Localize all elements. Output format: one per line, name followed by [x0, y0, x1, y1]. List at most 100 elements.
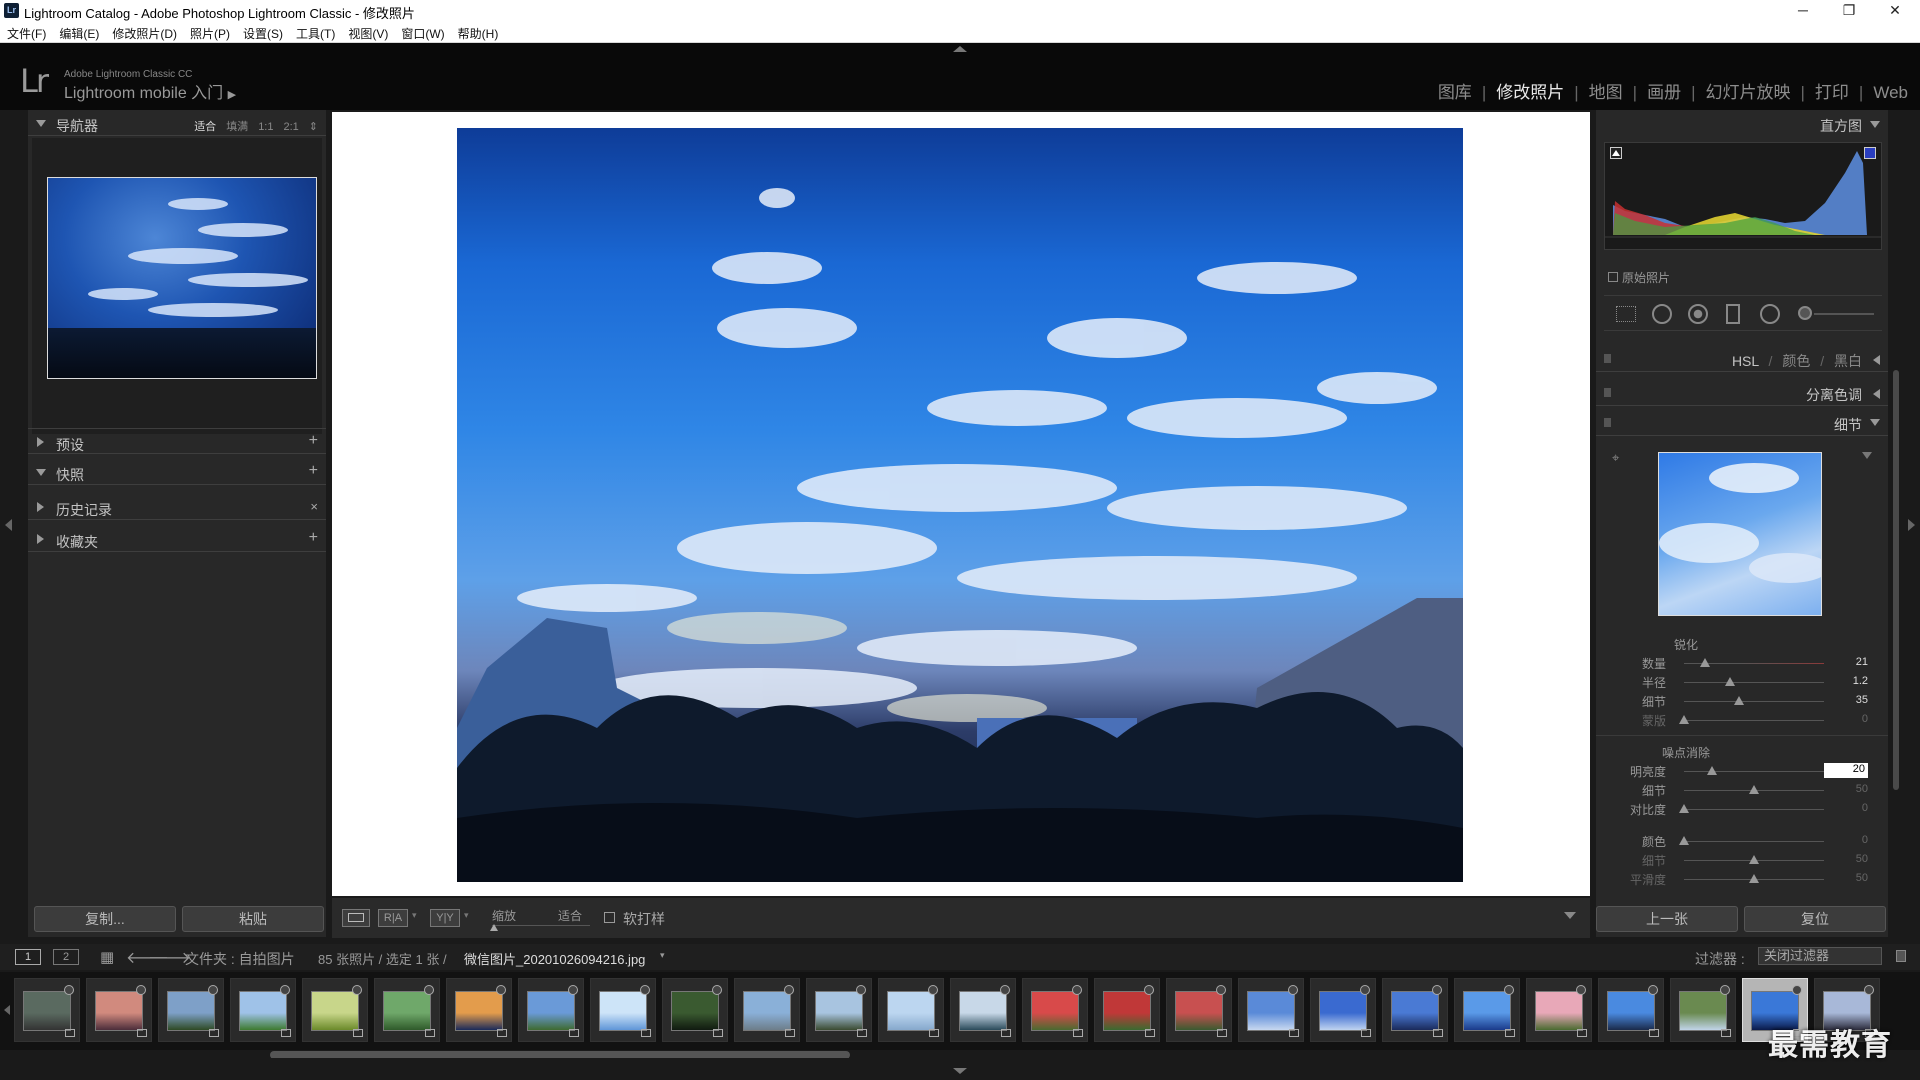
grid-view-icon[interactable]: ▦	[100, 948, 114, 966]
filmstrip-thumbnail[interactable]	[1670, 978, 1736, 1042]
right-panel-toggle-icon[interactable]	[1908, 519, 1915, 531]
filename-dropdown-icon[interactable]: ▾	[660, 950, 665, 961]
hsl-panel-header[interactable]: HSL / 颜色 / 黑白	[1596, 346, 1888, 372]
module-develop[interactable]: 修改照片	[1496, 83, 1564, 102]
copy-settings-button[interactable]: 复制...	[34, 906, 176, 932]
luminance-row[interactable]: 明亮度 20	[1596, 762, 1888, 780]
menu-develop[interactable]: 修改照片(D)	[105, 22, 183, 42]
filmstrip-thumbnail[interactable]	[590, 978, 656, 1042]
sharpen-detail-value[interactable]: 35	[1856, 694, 1868, 706]
filmstrip-thumbnail[interactable]	[734, 978, 800, 1042]
add-collection-icon[interactable]: +	[309, 529, 318, 547]
sharpen-detail-knob[interactable]	[1733, 696, 1744, 705]
zoom-1-1[interactable]: 1:1	[258, 121, 273, 133]
graduated-filter-icon[interactable]	[1726, 304, 1740, 324]
module-print[interactable]: 打印	[1815, 83, 1849, 102]
zoom-slider-knob[interactable]	[490, 924, 498, 931]
module-slideshow[interactable]: 幻灯片放映	[1706, 83, 1791, 102]
clear-history-icon[interactable]: ×	[310, 499, 318, 514]
sharpen-radius-value[interactable]: 1.2	[1853, 675, 1868, 687]
histogram-collapse-icon[interactable]	[1870, 121, 1880, 128]
minimize-button[interactable]: ─	[1780, 0, 1826, 22]
split-toning-header[interactable]: 分离色调	[1596, 380, 1888, 406]
hsl-tab[interactable]: HSL	[1732, 353, 1759, 369]
filmstrip-thumbnail[interactable]	[1094, 978, 1160, 1042]
close-button[interactable]: ✕	[1872, 0, 1918, 22]
target-adjust-icon[interactable]: ⌖	[1612, 450, 1619, 466]
smoothness-row[interactable]: 平滑度 50	[1596, 870, 1888, 888]
filter-lock-icon[interactable]	[1896, 950, 1906, 962]
original-photo-checkbox[interactable]	[1608, 272, 1618, 282]
panel-toggle-switch[interactable]	[1604, 354, 1611, 363]
luminance-detail-value[interactable]: 50	[1856, 783, 1868, 795]
color-noise-value[interactable]: 0	[1862, 834, 1868, 846]
color-detail-knob[interactable]	[1749, 855, 1759, 864]
sharpen-amount-value[interactable]: 21	[1856, 656, 1868, 668]
menu-help[interactable]: 帮助(H)	[451, 22, 505, 42]
previous-photo-button[interactable]: 上一张	[1596, 906, 1738, 932]
add-preset-icon[interactable]: +	[309, 432, 318, 450]
menu-photo[interactable]: 照片(P)	[183, 22, 236, 42]
sharpen-masking-row[interactable]: 蒙版 0	[1596, 711, 1888, 729]
zoom-2-1[interactable]: 2:1	[283, 121, 298, 133]
history-header[interactable]: 历史记录 ×	[28, 494, 326, 520]
module-web[interactable]: Web	[1873, 83, 1908, 102]
main-photo[interactable]	[457, 128, 1463, 882]
module-library[interactable]: 图库	[1438, 83, 1472, 102]
filmstrip-thumbnail[interactable]	[1382, 978, 1448, 1042]
brush-size-slider[interactable]	[1814, 313, 1874, 315]
filmstrip-thumbnail[interactable]	[518, 978, 584, 1042]
spot-removal-icon[interactable]	[1652, 304, 1672, 324]
sharpen-detail-row[interactable]: 细节 35	[1596, 692, 1888, 710]
luminance-contrast-knob[interactable]	[1679, 804, 1689, 813]
reset-button[interactable]: 复位	[1744, 906, 1886, 932]
sharpen-amount-row[interactable]: 数量 21	[1596, 654, 1888, 672]
color-tab[interactable]: 颜色	[1782, 353, 1810, 369]
luminance-contrast-row[interactable]: 对比度 0	[1596, 800, 1888, 818]
highlight-clipping-icon[interactable]	[1864, 147, 1876, 159]
lightroom-mobile-link[interactable]: Lightroom mobile 入门 ▶	[64, 79, 236, 103]
detail-preview-menu-icon[interactable]	[1862, 452, 1872, 459]
ra-dropdown-icon[interactable]: ▾	[412, 910, 417, 921]
left-panel-toggle-icon[interactable]	[5, 519, 12, 531]
luminance-knob[interactable]	[1707, 766, 1717, 775]
filmstrip-thumbnail[interactable]	[1166, 978, 1232, 1042]
maximize-button[interactable]: ❐	[1826, 0, 1872, 22]
menu-edit[interactable]: 编辑(E)	[52, 22, 105, 42]
filmstrip-thumbnail[interactable]	[806, 978, 872, 1042]
snapshots-header[interactable]: 快照 +	[28, 459, 326, 485]
filmstrip-thumbnail[interactable]	[1454, 978, 1520, 1042]
before-after-yy-button[interactable]: Y|Y	[430, 909, 460, 927]
crop-tool-icon[interactable]	[1616, 306, 1636, 322]
sharpen-masking-knob[interactable]	[1679, 715, 1689, 724]
filmstrip-left-arrow-icon[interactable]	[4, 1005, 10, 1015]
sharpen-amount-knob[interactable]	[1700, 658, 1710, 667]
adjustment-brush-icon[interactable]	[1798, 306, 1812, 320]
color-noise-row[interactable]: 颜色 0	[1596, 832, 1888, 850]
right-panel-scrollbar[interactable]	[1893, 370, 1899, 790]
luminance-contrast-value[interactable]: 0	[1862, 802, 1868, 814]
sharpen-radius-knob[interactable]	[1725, 677, 1736, 686]
menu-tools[interactable]: 工具(T)	[289, 22, 341, 42]
luminance-detail-row[interactable]: 细节 50	[1596, 781, 1888, 799]
panel-toggle-switch[interactable]	[1604, 388, 1611, 397]
menu-file[interactable]: 文件(F)	[0, 22, 52, 42]
filmstrip-thumbnail[interactable]	[950, 978, 1016, 1042]
smoothness-value[interactable]: 50	[1856, 872, 1868, 884]
luminance-value-input[interactable]: 20	[1824, 763, 1868, 778]
presets-header[interactable]: 预设 +	[28, 428, 326, 454]
radial-filter-icon[interactable]	[1760, 304, 1780, 324]
zoom-slider[interactable]	[492, 925, 590, 926]
sharpen-masking-value[interactable]: 0	[1862, 713, 1868, 725]
yy-dropdown-icon[interactable]: ▾	[464, 910, 469, 921]
navigator-header[interactable]: 导航器 适合 填满 1:1 2:1 ⇕	[28, 110, 326, 136]
detail-zoom-preview[interactable]	[1658, 452, 1822, 616]
shadow-clipping-icon[interactable]	[1610, 147, 1622, 159]
panel-toggle-switch[interactable]	[1604, 418, 1611, 427]
filter-dropdown[interactable]: 关闭过滤器	[1758, 947, 1882, 965]
smoothness-knob[interactable]	[1749, 874, 1759, 883]
zoom-stepper-icon[interactable]: ⇕	[309, 121, 318, 133]
bw-tab[interactable]: 黑白	[1834, 353, 1862, 369]
source-folder-label[interactable]: 文件夹 : 自拍图片	[185, 949, 295, 969]
filmstrip-thumbnail[interactable]	[1238, 978, 1304, 1042]
